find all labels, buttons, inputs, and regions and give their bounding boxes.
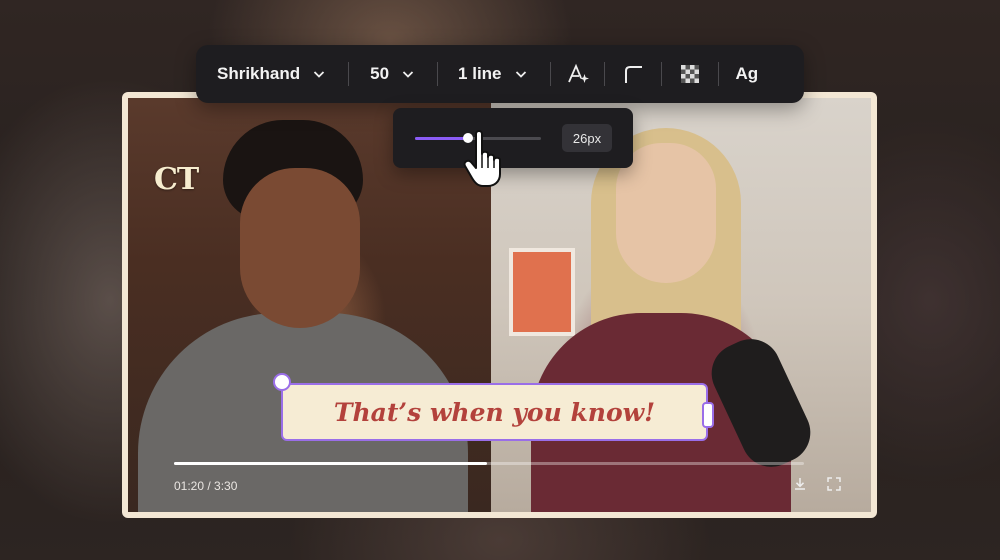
caption-width-handle[interactable] (702, 402, 714, 428)
channel-logo: CT (154, 162, 199, 197)
download-icon[interactable] (792, 476, 808, 492)
corner-radius-icon (624, 66, 642, 83)
size-select[interactable]: 50 (349, 45, 437, 103)
transparency-icon (680, 65, 699, 83)
lines-label: 1 line (458, 64, 502, 83)
chevron-down-icon (402, 71, 414, 78)
caption-box[interactable]: That’s when you know! (281, 383, 708, 441)
chevron-down-icon (313, 71, 325, 78)
text-effects-button[interactable] (551, 45, 604, 103)
slider-value: 26px (562, 124, 612, 152)
slider-fill (415, 137, 468, 140)
caption-text[interactable]: That’s when you know! (334, 398, 655, 427)
corner-radius-button[interactable] (605, 45, 661, 103)
fullscreen-icon[interactable] (826, 476, 842, 492)
text-ai-icon (567, 63, 589, 83)
font-select[interactable]: Shrikhand (196, 45, 348, 103)
progress-bar[interactable] (174, 462, 804, 465)
text-style-button[interactable]: Ag (719, 45, 759, 103)
caption-resize-handle[interactable] (273, 373, 291, 391)
text-toolbar: Shrikhand 50 1 line Ag (196, 45, 804, 103)
transparency-button[interactable] (662, 45, 718, 103)
progress-fill (174, 462, 488, 465)
chevron-down-icon (515, 71, 526, 78)
lines-select[interactable]: 1 line (438, 45, 549, 103)
text-style-label: Ag (735, 64, 759, 83)
size-label: 50 (370, 64, 390, 83)
timecode: 01:20 / 3:30 (174, 479, 238, 493)
hand-pointer-icon (463, 130, 501, 187)
font-label: Shrikhand (217, 64, 301, 83)
